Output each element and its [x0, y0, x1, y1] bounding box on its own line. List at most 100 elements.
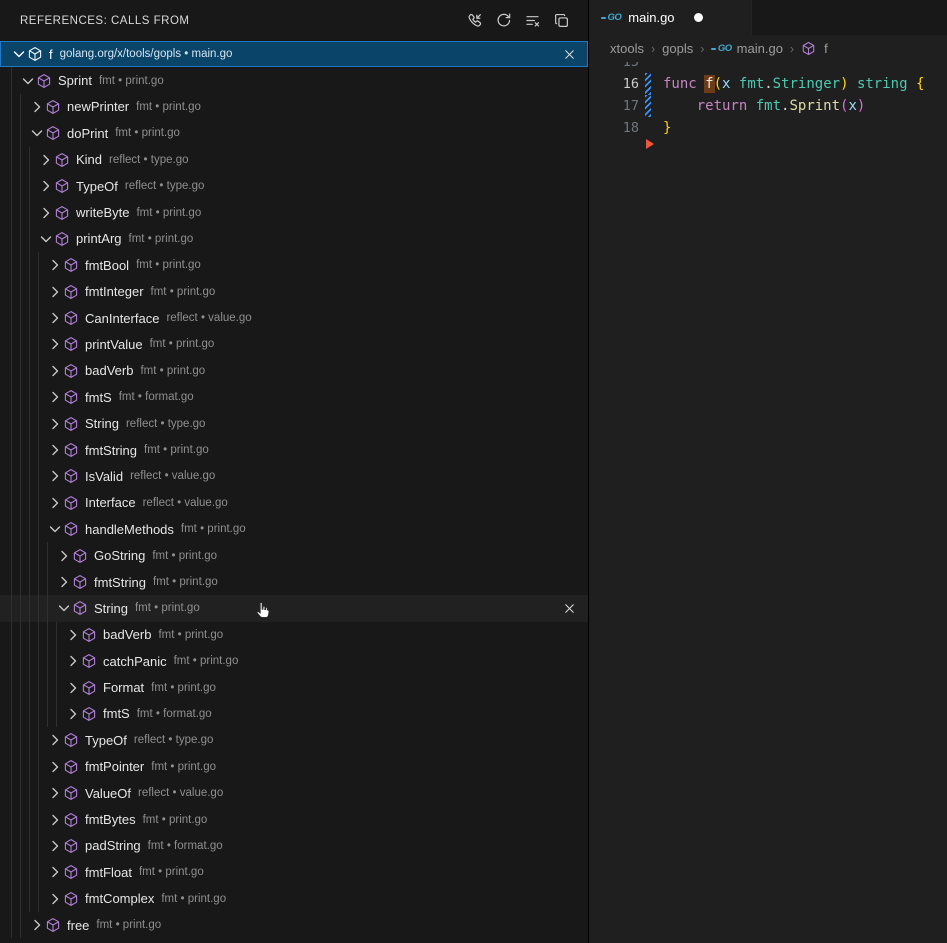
tree-item[interactable]: ValueOf reflect • value.go: [0, 780, 588, 806]
tree-item[interactable]: fmtS fmt • format.go: [0, 384, 588, 410]
indent-guide: [29, 226, 38, 252]
tree-item[interactable]: IsValid reflect • value.go: [0, 463, 588, 489]
indent-guide: [38, 780, 47, 806]
indent-guide: [20, 806, 29, 832]
breadcrumb-label: xtools: [610, 41, 644, 56]
twisty-chevron-icon[interactable]: [47, 468, 63, 484]
tree-item[interactable]: TypeOf reflect • type.go: [0, 727, 588, 753]
twisty-chevron-icon[interactable]: [47, 389, 63, 405]
call-incoming-icon[interactable]: [463, 10, 485, 32]
tree-item[interactable]: badVerb fmt • print.go: [0, 622, 588, 648]
tree-item[interactable]: fmtBytes fmt • print.go: [0, 806, 588, 832]
close-icon[interactable]: [560, 45, 578, 63]
twisty-chevron-icon[interactable]: [20, 73, 36, 89]
twisty-chevron-icon[interactable]: [47, 838, 63, 854]
breadcrumb-item[interactable]: gopls: [662, 41, 693, 56]
tree-item[interactable]: GoString fmt • print.go: [0, 542, 588, 568]
twisty-chevron-icon[interactable]: [56, 574, 72, 590]
tab-main-go[interactable]: GO main.go: [589, 0, 752, 35]
twisty-chevron-icon[interactable]: [47, 310, 63, 326]
tree-item[interactable]: fmtBool fmt • print.go: [0, 252, 588, 278]
tree-item[interactable]: fmtComplex fmt • print.go: [0, 886, 588, 912]
indent-guide: [11, 358, 20, 384]
twisty-chevron-icon[interactable]: [47, 521, 63, 537]
code-line[interactable]: 17 return fmt.Sprint(x): [589, 95, 947, 117]
indent-guide: [11, 279, 20, 305]
twisty-chevron-icon[interactable]: [47, 336, 63, 352]
tree-item[interactable]: fmtString fmt • print.go: [0, 437, 588, 463]
tree-item[interactable]: Format fmt • print.go: [0, 674, 588, 700]
tree-item[interactable]: fmtPointer fmt • print.go: [0, 754, 588, 780]
tree-item[interactable]: printArg fmt • print.go: [0, 226, 588, 252]
tree-item[interactable]: String fmt • print.go: [0, 595, 588, 621]
tree-item[interactable]: writeByte fmt • print.go: [0, 199, 588, 225]
tree-item[interactable]: doPrint fmt • print.go: [0, 120, 588, 146]
code-line[interactable]: 16 func f(x fmt.Stringer) string {: [589, 73, 947, 95]
tree-item[interactable]: fmtFloat fmt • print.go: [0, 859, 588, 885]
tree-item[interactable]: newPrinter fmt • print.go: [0, 94, 588, 120]
twisty-chevron-icon[interactable]: [47, 363, 63, 379]
tree-item[interactable]: Kind reflect • type.go: [0, 147, 588, 173]
twisty-chevron-icon[interactable]: [47, 257, 63, 273]
tree-item[interactable]: fmtS fmt • format.go: [0, 701, 588, 727]
tree-item[interactable]: fmtString fmt • print.go: [0, 569, 588, 595]
twisty-chevron-icon[interactable]: [47, 785, 63, 801]
code-line[interactable]: 15: [589, 62, 947, 73]
twisty-chevron-icon[interactable]: [47, 442, 63, 458]
symbol-method-icon: [63, 310, 85, 326]
tree-item[interactable]: padString fmt • format.go: [0, 833, 588, 859]
breadcrumb-item[interactable]: f: [801, 41, 828, 56]
twisty-chevron-icon[interactable]: [65, 653, 81, 669]
code-line[interactable]: 18 }: [589, 117, 947, 139]
twisty-chevron-icon[interactable]: [47, 495, 63, 511]
tree-item[interactable]: catchPanic fmt • print.go: [0, 648, 588, 674]
twisty-chevron-icon[interactable]: [65, 627, 81, 643]
twisty-chevron-icon[interactable]: [47, 891, 63, 907]
indent-guide: [38, 490, 47, 516]
twisty-chevron-icon[interactable]: [11, 46, 27, 62]
code-token: (: [714, 76, 722, 92]
twisty-chevron-icon[interactable]: [29, 917, 45, 933]
refresh-icon[interactable]: [492, 10, 514, 32]
copy-all-icon[interactable]: [550, 10, 572, 32]
twisty-chevron-icon[interactable]: [38, 152, 54, 168]
clear-results-icon[interactable]: [521, 10, 543, 32]
tree-item[interactable]: Sprint fmt • print.go: [0, 67, 588, 93]
symbol-method-icon: [63, 442, 85, 458]
twisty-chevron-icon[interactable]: [47, 864, 63, 880]
twisty-chevron-icon[interactable]: [38, 205, 54, 221]
twisty-chevron-icon[interactable]: [47, 284, 63, 300]
twisty-chevron-icon[interactable]: [47, 812, 63, 828]
breadcrumb-item[interactable]: GO main.go: [711, 41, 783, 56]
twisty-chevron-icon[interactable]: [65, 680, 81, 696]
tree-item[interactable]: printValue fmt • print.go: [0, 331, 588, 357]
twisty-chevron-icon[interactable]: [65, 706, 81, 722]
twisty-chevron-icon[interactable]: [47, 732, 63, 748]
twisty-chevron-icon[interactable]: [38, 231, 54, 247]
tree-item[interactable]: free fmt • print.go: [0, 912, 588, 938]
twisty-chevron-icon[interactable]: [38, 178, 54, 194]
tree-item[interactable]: badVerb fmt • print.go: [0, 358, 588, 384]
gutter-marker-icon: [646, 139, 654, 149]
indent-guide: [38, 279, 47, 305]
twisty-chevron-icon[interactable]: [29, 99, 45, 115]
indent-guide: [11, 410, 20, 436]
twisty-chevron-icon[interactable]: [47, 759, 63, 775]
tree-item[interactable]: f golang.org/x/tools/gopls • main.go: [0, 41, 588, 67]
indent-guide: [38, 542, 47, 568]
twisty-chevron-icon[interactable]: [56, 548, 72, 564]
modified-dot-icon[interactable]: [694, 13, 703, 22]
breadcrumb-item[interactable]: xtools: [610, 41, 644, 56]
twisty-chevron-icon[interactable]: [47, 416, 63, 432]
tree-item[interactable]: handleMethods fmt • print.go: [0, 516, 588, 542]
tree-item[interactable]: TypeOf reflect • type.go: [0, 173, 588, 199]
twisty-chevron-icon[interactable]: [56, 600, 72, 616]
indent-guide: [38, 252, 47, 278]
tree-item[interactable]: CanInterface reflect • value.go: [0, 305, 588, 331]
tree-item[interactable]: fmtInteger fmt • print.go: [0, 279, 588, 305]
close-icon[interactable]: [560, 599, 578, 617]
tree-item[interactable]: String reflect • type.go: [0, 410, 588, 436]
twisty-chevron-icon[interactable]: [29, 125, 45, 141]
code-editor[interactable]: 15 16 func f(x fmt.Stringer) string { 17…: [589, 62, 947, 943]
tree-item[interactable]: Interface reflect • value.go: [0, 490, 588, 516]
